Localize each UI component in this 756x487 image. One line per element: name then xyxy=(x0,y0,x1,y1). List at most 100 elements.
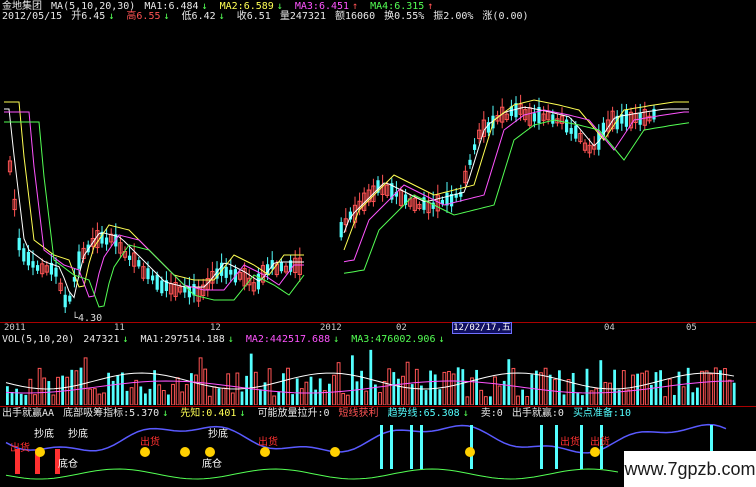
volume-bar xyxy=(194,374,198,405)
volume-bar xyxy=(581,395,584,405)
volume-bar xyxy=(571,372,575,405)
volume-bar xyxy=(42,377,47,405)
candle-body xyxy=(279,261,283,272)
ma1-line xyxy=(4,106,689,299)
candle-body xyxy=(36,265,40,271)
volume-bar xyxy=(125,390,129,405)
info-volume: 量247321 xyxy=(279,11,326,22)
volume-bar xyxy=(79,367,83,405)
candle-body xyxy=(224,266,228,278)
volume-bar xyxy=(139,386,143,405)
candle-body xyxy=(155,274,159,290)
volume-bar xyxy=(433,374,437,405)
candle-body xyxy=(31,261,35,268)
volume-bar xyxy=(92,388,97,405)
watermark: www.7gpzb.com xyxy=(624,451,756,487)
volume-bar xyxy=(392,372,396,405)
signal-label: 出货 xyxy=(140,435,160,448)
candle-body xyxy=(151,275,155,281)
volume-bar xyxy=(360,370,363,405)
candle-body xyxy=(137,260,141,267)
volume-bar xyxy=(414,368,419,405)
volume-bar xyxy=(603,381,608,405)
volume-bar xyxy=(429,370,432,405)
volume-bar xyxy=(175,377,180,405)
candle-body xyxy=(339,222,343,238)
signal-label: 底仓 xyxy=(202,457,222,470)
date-label: 2011 xyxy=(4,323,26,333)
indicator-item: 买点准备:10 xyxy=(572,408,631,419)
volume-bar xyxy=(681,386,686,405)
volume-bar xyxy=(727,379,732,405)
date-label: 12 xyxy=(210,323,221,333)
volume-bar xyxy=(401,375,405,405)
volume-bar xyxy=(167,394,170,405)
signal-label: 出货 xyxy=(590,435,610,448)
candlestick-chart xyxy=(4,94,690,313)
volume-bar xyxy=(663,396,668,405)
volume-bar xyxy=(51,394,56,405)
volume-bar xyxy=(198,357,203,405)
volume-bar xyxy=(272,395,277,405)
trend-line xyxy=(5,423,727,454)
volume-bar xyxy=(497,385,502,405)
smiley-icon xyxy=(180,447,190,457)
volume-bar xyxy=(102,392,106,405)
volume-bar xyxy=(286,367,290,405)
info-low: 低6.42 ↓ xyxy=(181,11,225,22)
volume-bar xyxy=(704,370,709,405)
volume-bar xyxy=(493,376,497,405)
volume-bar xyxy=(253,371,258,405)
divider xyxy=(0,406,756,407)
volume-bar xyxy=(576,392,580,405)
volume-bar xyxy=(521,389,524,405)
volume-bar xyxy=(230,392,235,405)
volume-bar xyxy=(489,396,492,405)
date-label: 04 xyxy=(604,323,615,333)
indicator-item: 可能放量拉升:0 xyxy=(257,408,330,419)
volume-bar xyxy=(511,367,516,405)
volume-bar xyxy=(259,389,262,405)
volume-bar xyxy=(451,373,456,405)
volume-bar xyxy=(351,355,354,405)
volume-bar xyxy=(345,394,350,405)
candle-body xyxy=(77,251,81,269)
volume-bar xyxy=(217,388,221,405)
info-date: 2012/05/15 xyxy=(2,11,63,22)
volume-bar xyxy=(15,388,18,405)
smiley-icon xyxy=(330,447,340,457)
volume-bar xyxy=(341,392,346,405)
volume-bar xyxy=(732,382,736,405)
indicator-title: 出手就赢AA xyxy=(2,408,55,419)
volume-bar xyxy=(226,373,231,405)
smiley-icon xyxy=(205,447,215,457)
volume-bar xyxy=(157,384,162,405)
volume-bar xyxy=(148,388,152,405)
candle-body xyxy=(565,119,569,133)
volume-bar xyxy=(47,381,51,405)
candle-body xyxy=(26,251,30,266)
signal-bar xyxy=(580,425,583,469)
volume-bar xyxy=(516,395,520,405)
ma2-line xyxy=(4,99,689,288)
date-label: 11 xyxy=(114,323,125,333)
volume-bar xyxy=(33,394,37,405)
volume-bar xyxy=(535,370,538,405)
volume-bar xyxy=(686,367,690,405)
volume-bar xyxy=(83,357,88,405)
ma3-line xyxy=(4,109,689,298)
volume-bar xyxy=(171,383,175,405)
volume-bar xyxy=(314,389,317,405)
volume-bar xyxy=(700,370,704,405)
volume-bar xyxy=(180,391,185,405)
volume-bar xyxy=(719,370,722,405)
volume-bar xyxy=(465,396,470,405)
volume-bar xyxy=(332,374,336,405)
volume-bar xyxy=(507,359,511,405)
signal-bar xyxy=(555,425,558,469)
volume-bar xyxy=(355,381,359,405)
volume-bar xyxy=(608,382,612,405)
volume-bar xyxy=(116,375,120,405)
volume-bar xyxy=(203,368,208,405)
signal-label: 抄底 xyxy=(68,427,88,440)
